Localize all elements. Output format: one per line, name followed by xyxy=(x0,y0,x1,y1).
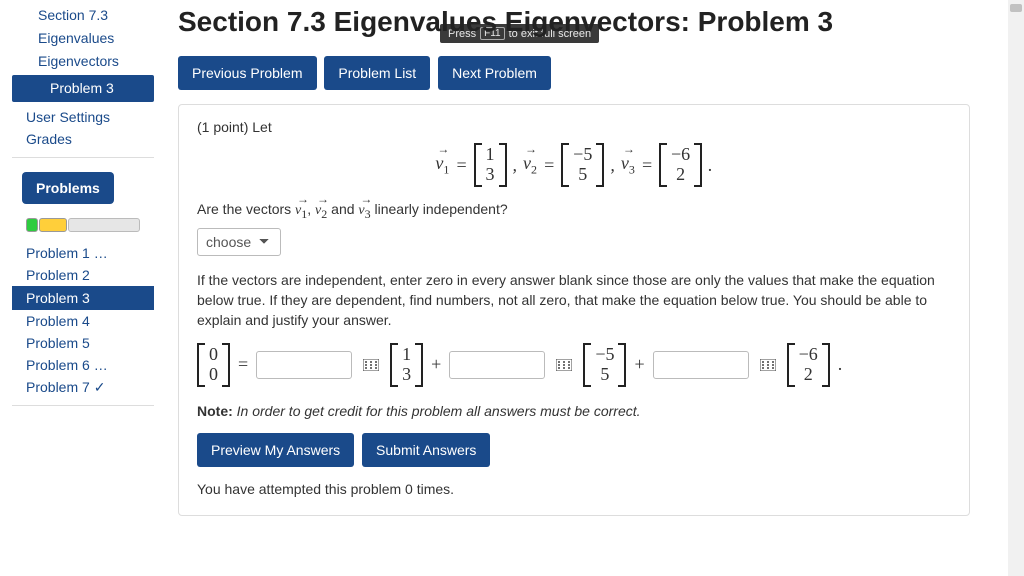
instructions-paragraph: If the vectors are independent, enter ze… xyxy=(197,270,951,331)
v3-vector: −62 xyxy=(659,143,702,187)
submit-answers-button[interactable]: Submit Answers xyxy=(362,433,490,467)
eq-sign: = xyxy=(238,354,248,375)
nav-user-settings[interactable]: User Settings xyxy=(12,106,154,129)
question-line: Are the vectors v1, v2 and v3 linearly i… xyxy=(197,201,951,222)
page-title: Section 7.3 Eigenvalues Eigenvectors: Pr… xyxy=(178,6,988,38)
keypad-icon[interactable] xyxy=(757,354,779,376)
vector-definitions: v1 = 13 , v2 = −55 , v3 = −62 . xyxy=(197,143,951,187)
problem-list-button[interactable]: Problem List xyxy=(324,56,430,90)
eq: = xyxy=(641,155,653,176)
progress-bar xyxy=(12,218,154,232)
problem-list-item-5[interactable]: Problem 5 xyxy=(12,332,154,354)
preview-answers-button[interactable]: Preview My Answers xyxy=(197,433,354,467)
nav-section-1[interactable]: Section 7.3 xyxy=(12,4,154,27)
nav-section-3[interactable]: Eigenvectors xyxy=(12,50,154,73)
note-text: In order to get credit for this problem … xyxy=(237,403,641,419)
v2-vector: −55 xyxy=(561,143,604,187)
progress-inprogress xyxy=(39,218,67,232)
progress-correct xyxy=(26,218,38,232)
nav-grades[interactable]: Grades xyxy=(12,128,154,151)
next-problem-button[interactable]: Next Problem xyxy=(438,56,551,90)
problem-list-item-3[interactable]: Problem 3 xyxy=(12,286,154,310)
problems-header[interactable]: Problems xyxy=(22,172,114,204)
progress-remaining xyxy=(68,218,140,232)
note-label: Note: xyxy=(197,403,233,419)
v1-symbol: v1 xyxy=(435,153,449,178)
eq-v1: 13 xyxy=(390,343,423,387)
scrollbar-thumb[interactable] xyxy=(1010,4,1022,12)
answer-buttons: Preview My Answers Submit Answers xyxy=(197,433,951,467)
problem-box: (1 point) Let v1 = 13 , v2 = −55 , v3 = … xyxy=(178,104,970,516)
problem-list: Problem 1 … Problem 2 Problem 3 Problem … xyxy=(12,242,154,399)
eq-v3: −62 xyxy=(787,343,830,387)
keypad-icon[interactable] xyxy=(553,354,575,376)
sidebar: Section 7.3 Eigenvalues Eigenvectors Pro… xyxy=(12,4,154,412)
coef-1-input[interactable] xyxy=(256,351,352,379)
eq-v2: −55 xyxy=(583,343,626,387)
zero-vector: 00 xyxy=(197,343,230,387)
coef-3-input[interactable] xyxy=(653,351,749,379)
scrollbar-track[interactable] xyxy=(1008,0,1024,576)
independence-select[interactable]: choose xyxy=(197,228,281,256)
problem-list-item-6[interactable]: Problem 6 … xyxy=(12,354,154,376)
problem-list-item-7[interactable]: Problem 7 ✓ xyxy=(12,376,154,399)
divider xyxy=(12,157,154,158)
problem-list-item-4[interactable]: Problem 4 xyxy=(12,310,154,332)
main-content: Section 7.3 Eigenvalues Eigenvectors: Pr… xyxy=(178,6,988,516)
problem-list-item-2[interactable]: Problem 2 xyxy=(12,264,154,286)
points-line: (1 point) Let xyxy=(197,119,951,135)
keypad-icon[interactable] xyxy=(360,354,382,376)
attempts-line: You have attempted this problem 0 times. xyxy=(197,481,951,497)
problem-list-item-1[interactable]: Problem 1 … xyxy=(12,242,154,264)
v1-vector: 13 xyxy=(474,143,507,187)
eq: = xyxy=(543,155,555,176)
problem-nav-row: Previous Problem Problem List Next Probl… xyxy=(178,56,988,90)
divider xyxy=(12,405,154,406)
plus-sign: + xyxy=(431,354,441,375)
coef-2-input[interactable] xyxy=(449,351,545,379)
note-line: Note: In order to get credit for this pr… xyxy=(197,403,951,419)
v2-symbol: v2 xyxy=(523,153,537,178)
nav-current-problem[interactable]: Problem 3 xyxy=(12,75,154,102)
eq: = xyxy=(455,155,467,176)
plus-sign: + xyxy=(634,354,644,375)
nav-section-2[interactable]: Eigenvalues xyxy=(12,27,154,50)
previous-problem-button[interactable]: Previous Problem xyxy=(178,56,317,90)
v3-symbol: v3 xyxy=(621,153,635,178)
equation-row: 00 = 13 + −55 + −62 . xyxy=(197,343,951,387)
